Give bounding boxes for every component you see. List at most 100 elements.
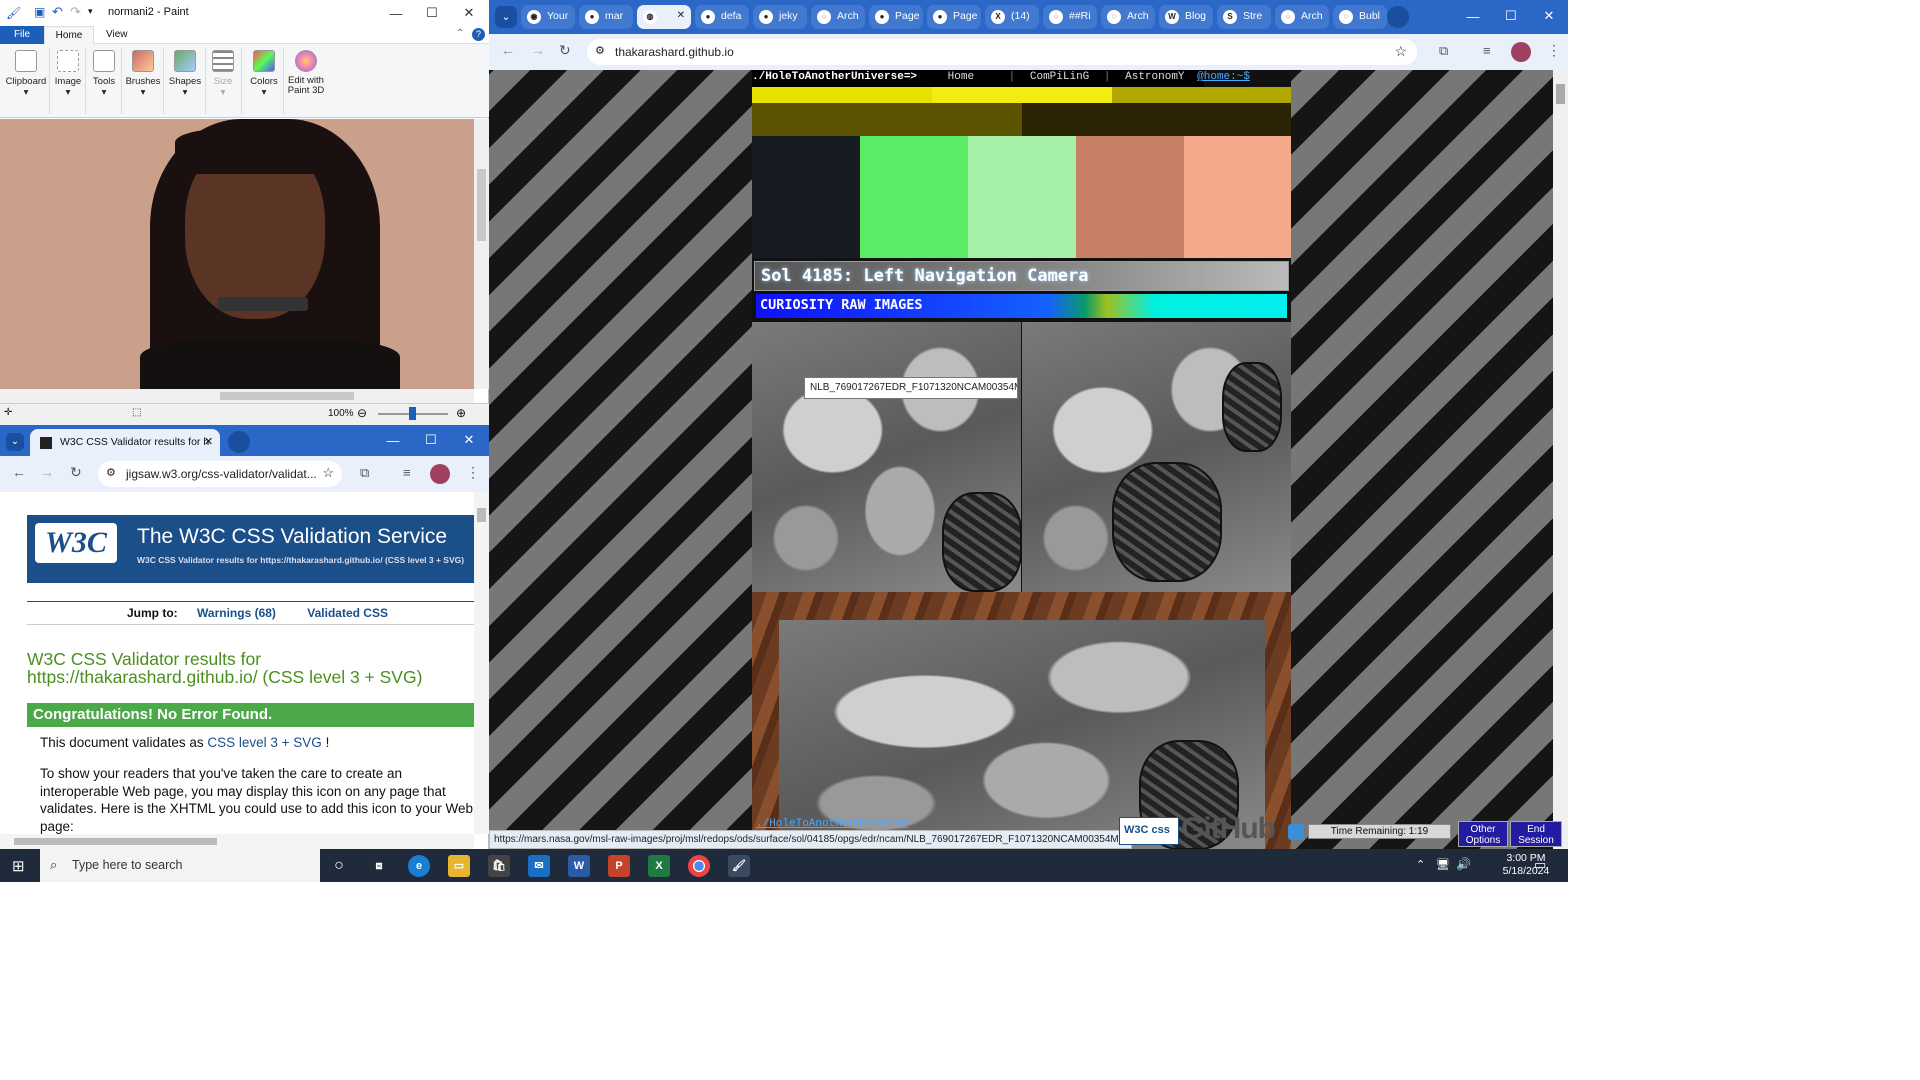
taskbar-search-input[interactable]: ⌕ Type here to search <box>40 849 320 882</box>
minimize-button[interactable]: — <box>1455 3 1491 29</box>
jump-warnings-link[interactable]: Warnings (68) <box>197 606 276 620</box>
tab-w3c-validator[interactable]: W3C CSS Validator results for h ✕ <box>30 429 220 456</box>
tab-search-icon[interactable]: ⌄ <box>495 6 517 28</box>
main-tab-14[interactable]: ◌ Arch <box>1275 5 1329 29</box>
main-tab-7[interactable]: ● Page <box>869 5 923 29</box>
ribbon-brushes[interactable]: Brushes ▾ <box>124 48 164 114</box>
main-tab-1[interactable]: ◉ Your <box>521 5 575 29</box>
main-url-input[interactable]: ⚙ thakarashard.github.io ☆ <box>587 39 1417 65</box>
ribbon-colors[interactable]: Colors ▾ <box>246 48 284 114</box>
mail-icon[interactable]: ✉ <box>528 855 550 877</box>
w3c-vertical-scrollbar[interactable] <box>474 492 489 834</box>
main-tab-5[interactable]: ● jeky <box>753 5 807 29</box>
store-icon[interactable]: 🛍 <box>488 855 510 877</box>
nav-compiling[interactable]: ComPiLinG <box>1030 71 1089 83</box>
windows-start-icon[interactable]: ⊞ <box>12 857 25 875</box>
main-tab-8[interactable]: ● Page <box>927 5 981 29</box>
reload-icon[interactable]: ↻ <box>70 464 82 481</box>
w3c-css-badge[interactable]: W3C css <box>1119 817 1179 845</box>
nav-home[interactable]: Home <box>948 71 974 83</box>
profile-avatar[interactable] <box>430 464 450 484</box>
forward-icon[interactable]: → <box>531 42 545 58</box>
zoom-slider-thumb[interactable] <box>409 407 416 420</box>
media-icon[interactable]: ≡ <box>1483 43 1491 58</box>
quick-access-dropdown-icon[interactable]: ▾ <box>88 6 93 17</box>
ribbon-edit-paint3d[interactable]: Edit with Paint 3D <box>284 48 328 114</box>
other-options-button[interactable]: Other Options <box>1458 821 1508 847</box>
excel-icon[interactable]: X <box>648 855 670 877</box>
nav-home-shell[interactable]: @home:~$ <box>1197 71 1250 83</box>
paint-canvas[interactable] <box>0 119 474 389</box>
main-tab-12[interactable]: W Blog <box>1159 5 1213 29</box>
powerpoint-icon[interactable]: P <box>608 855 630 877</box>
site-info-icon[interactable]: ⚙ <box>106 466 116 479</box>
maximize-button[interactable]: ☐ <box>414 0 450 26</box>
undo-icon[interactable]: ↶ <box>52 4 63 20</box>
mars-image-left[interactable] <box>752 322 1022 592</box>
extensions-icon[interactable]: ⧉ <box>1439 43 1448 59</box>
main-vertical-scrollbar[interactable] <box>1553 70 1568 849</box>
menu-icon[interactable]: ⋮ <box>1547 42 1561 59</box>
mars-image-right[interactable] <box>1022 322 1291 592</box>
help-icon[interactable]: ? <box>472 28 485 41</box>
zoom-out-icon[interactable]: ⊖ <box>357 406 367 420</box>
profile-avatar[interactable] <box>1511 42 1531 62</box>
extensions-icon[interactable]: ⧉ <box>360 465 369 481</box>
word-icon[interactable]: W <box>568 855 590 877</box>
ribbon-clipboard[interactable]: Clipboard ▾ <box>4 48 50 114</box>
main-tab-3[interactable]: ◍ ✕ <box>637 5 691 29</box>
zoom-in-icon[interactable]: ⊕ <box>456 406 466 420</box>
main-tab-4[interactable]: ● defa <box>695 5 749 29</box>
edge-icon[interactable]: e <box>408 855 430 877</box>
main-tab-11[interactable]: ◌ Arch <box>1101 5 1155 29</box>
ribbon-tools[interactable]: Tools ▾ <box>88 48 122 114</box>
menu-icon[interactable]: ⋮ <box>466 464 480 481</box>
ribbon-image[interactable]: Image ▾ <box>52 48 86 114</box>
new-tab-button[interactable] <box>1387 6 1409 28</box>
main-tab-9[interactable]: X (14) <box>985 5 1039 29</box>
footer-link[interactable]: ./HoleToAnotherUniverse <box>756 818 908 830</box>
ribbon-size[interactable]: Size ▾ <box>206 48 242 114</box>
task-view-icon[interactable]: ⧈ <box>368 855 390 877</box>
close-button[interactable]: ✕ <box>451 0 487 26</box>
main-tab-13[interactable]: S Stre <box>1217 5 1271 29</box>
jump-validated-link[interactable]: Validated CSS <box>307 606 388 620</box>
paint-taskbar-icon[interactable]: 🖌 <box>728 855 750 877</box>
w3c-logo[interactable]: W3C <box>35 523 117 563</box>
forward-icon[interactable]: → <box>40 464 54 480</box>
cortana-icon[interactable]: ○ <box>328 855 350 877</box>
main-tab-2[interactable]: ● mar <box>579 5 633 29</box>
close-tab-icon[interactable]: ✕ <box>677 10 685 21</box>
bookmark-star-icon[interactable]: ☆ <box>322 465 334 481</box>
site-info-icon[interactable]: ⚙ <box>595 44 605 57</box>
ribbon-shapes[interactable]: Shapes ▾ <box>166 48 206 114</box>
minimize-button[interactable]: — <box>375 427 411 453</box>
tab-view[interactable]: View <box>96 26 138 44</box>
file-explorer-icon[interactable]: ▭ <box>448 855 470 877</box>
w3c-url-input[interactable]: ⚙ jigsaw.w3.org/css-validator/validat...… <box>98 461 342 487</box>
taskbar-clock[interactable]: 3:00 PM 5/18/2024 <box>1496 852 1556 878</box>
main-tab-15[interactable]: ◌ Bubl <box>1333 5 1387 29</box>
redo-icon[interactable]: ↷ <box>70 4 81 20</box>
back-icon[interactable]: ← <box>501 42 515 58</box>
network-icon[interactable]: 🖥 <box>1436 858 1450 871</box>
close-button[interactable]: ✕ <box>1531 3 1567 29</box>
save-icon[interactable]: ▣ <box>34 5 45 19</box>
maximize-button[interactable]: ☐ <box>1493 3 1529 29</box>
end-session-button[interactable]: End Session <box>1510 821 1562 847</box>
paint-vertical-scrollbar[interactable] <box>474 119 489 389</box>
reload-icon[interactable]: ↻ <box>559 42 571 59</box>
back-icon[interactable]: ← <box>12 464 26 480</box>
paint-horizontal-scrollbar[interactable] <box>0 389 474 403</box>
chrome-icon[interactable] <box>688 855 710 877</box>
minimize-button[interactable]: — <box>378 0 414 26</box>
tab-search-icon[interactable]: ⌄ <box>6 433 24 451</box>
show-hidden-icons[interactable]: ⌃ <box>1416 858 1425 871</box>
media-icon[interactable]: ≡ <box>403 465 411 480</box>
tab-file[interactable]: File <box>0 26 44 44</box>
tab-home[interactable]: Home <box>44 26 94 44</box>
nav-astronomy[interactable]: AstronomY <box>1125 71 1184 83</box>
close-tab-icon[interactable]: ✕ <box>204 435 213 448</box>
new-tab-button[interactable] <box>228 431 250 453</box>
collapse-ribbon-icon[interactable]: ⌃ <box>456 28 464 39</box>
